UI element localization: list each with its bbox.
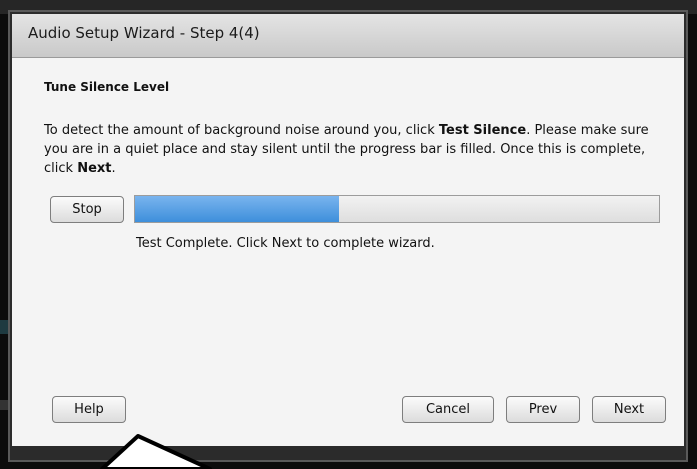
callout-pointer xyxy=(100,434,212,469)
